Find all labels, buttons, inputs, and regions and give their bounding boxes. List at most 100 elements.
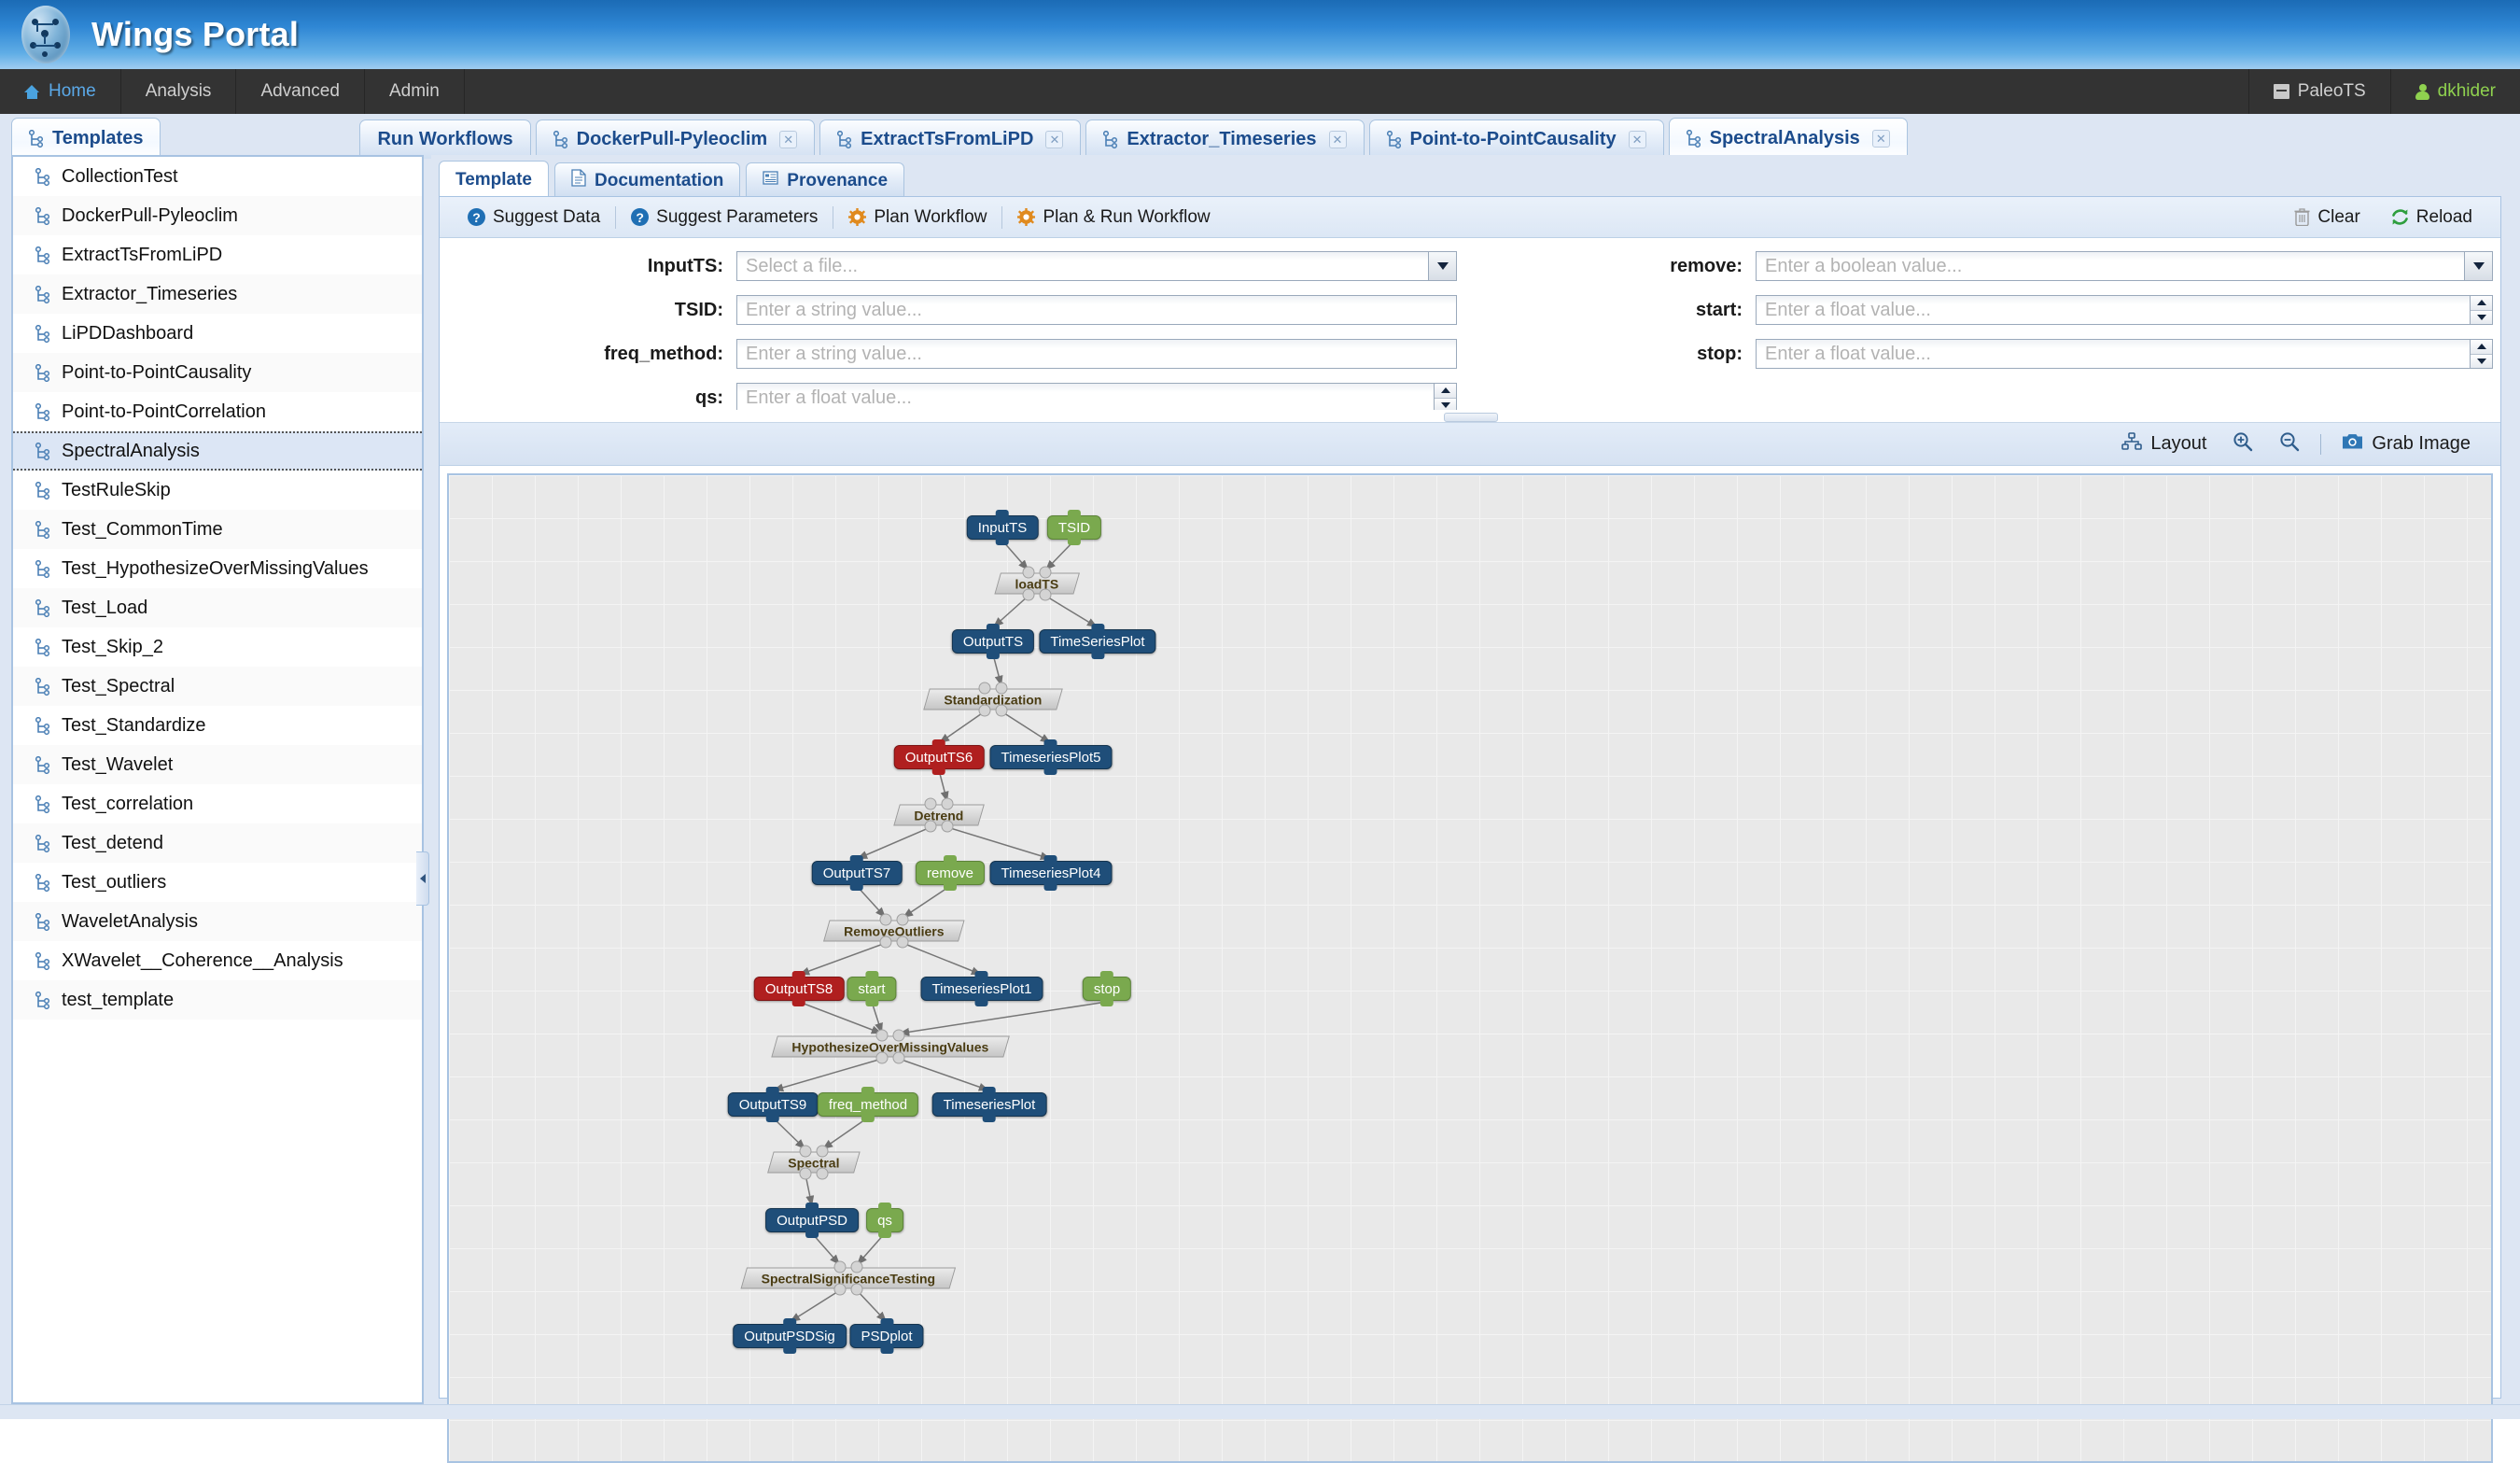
remove-input[interactable] <box>1757 252 2464 280</box>
workflow-node-timeseriesplot[interactable]: TimeSeriesPlot <box>1039 624 1156 659</box>
sidebar-collapse-handle[interactable] <box>416 851 429 906</box>
workflow-node-outputts[interactable]: OutputTS <box>951 624 1035 659</box>
sidebar-item-xwavelet__coherence__analysis[interactable]: XWavelet__Coherence__Analysis <box>13 941 422 980</box>
stepper-down-icon[interactable] <box>2471 354 2492 368</box>
workflow-node-qs[interactable]: qs <box>866 1203 903 1238</box>
plan-and-run-workflow-button[interactable]: Plan & Run Workflow <box>1002 204 1225 232</box>
workflow-node-outputts6[interactable]: OutputTS6 <box>893 739 985 775</box>
workflow-node-outputts7[interactable]: OutputTS7 <box>811 855 903 891</box>
sidebar-item-extracttsfromlipd[interactable]: ExtractTsFromLiPD <box>13 235 422 274</box>
sidebar-item-lipddashboard[interactable]: LiPDDashboard <box>13 314 422 353</box>
workflow-node-remove[interactable]: remove <box>915 855 986 891</box>
freq-method-field[interactable] <box>736 339 1457 369</box>
close-icon[interactable]: ✕ <box>1328 131 1347 148</box>
workflow-node-tsid[interactable]: TSID <box>1046 510 1102 545</box>
workflow-component-standardization[interactable]: Standardization <box>923 688 1063 710</box>
remove-combo[interactable] <box>1756 251 2493 281</box>
tsid-input[interactable] <box>737 296 1456 324</box>
sidebar-item-waveletanalysis[interactable]: WaveletAnalysis <box>13 902 422 941</box>
sidebar-item-test_detend[interactable]: Test_detend <box>13 823 422 863</box>
close-icon[interactable]: ✕ <box>1045 131 1064 148</box>
grab-image-button[interactable]: Grab Image <box>2329 432 2484 456</box>
workflow-node-start[interactable]: start <box>847 971 897 1006</box>
sidebar-item-test_load[interactable]: Test_Load <box>13 588 422 627</box>
workflow-node-timeseriesplot[interactable]: TimeseriesPlot <box>931 1087 1047 1122</box>
stop-stepper[interactable] <box>2470 340 2492 368</box>
close-icon[interactable]: ✕ <box>779 131 798 148</box>
workflow-node-outputpsdsig[interactable]: OutputPSDSig <box>733 1318 847 1354</box>
qs-spinner[interactable] <box>736 383 1457 413</box>
sidebar-item-point-to-pointcausality[interactable]: Point-to-PointCausality <box>13 353 422 392</box>
zoom-out-button[interactable] <box>2266 431 2313 457</box>
start-input[interactable] <box>1757 296 2470 324</box>
suggest-data-button[interactable]: ? Suggest Data <box>453 204 615 232</box>
sidebar-item-test_wavelet[interactable]: Test_Wavelet <box>13 745 422 784</box>
workflow-node-stop[interactable]: stop <box>1082 971 1132 1006</box>
reload-button[interactable]: Reload <box>2375 204 2487 232</box>
nav-item-analysis[interactable]: Analysis <box>121 69 237 114</box>
nav-item-user[interactable]: dkhider <box>2389 69 2520 114</box>
nav-item-home[interactable]: Home <box>0 69 121 114</box>
stop-spinner[interactable] <box>1756 339 2493 369</box>
inputts-combo[interactable] <box>736 251 1457 281</box>
nav-item-domain-paleots[interactable]: PaleoTS <box>2247 69 2390 114</box>
nav-item-admin[interactable]: Admin <box>365 69 465 114</box>
workflow-node-psdplot[interactable]: PSDplot <box>849 1318 924 1354</box>
sidebar-item-test_hypothesizeovermissingvalues[interactable]: Test_HypothesizeOverMissingValues <box>13 549 422 588</box>
tab-extracttsfromlipd[interactable]: ExtractTsFromLiPD ✕ <box>819 120 1082 159</box>
sidebar-item-point-to-pointcorrelation[interactable]: Point-to-PointCorrelation <box>13 392 422 431</box>
tab-templates[interactable]: Templates <box>11 118 161 159</box>
panel-splitter[interactable] <box>440 410 2500 423</box>
sidebar-item-dockerpull-pyleoclim[interactable]: DockerPull-Pyleoclim <box>13 196 422 235</box>
workflow-component-detend[interactable]: Detrend <box>893 804 985 826</box>
workflow-node-timeseriesplot1[interactable]: TimeseriesPlot1 <box>920 971 1043 1006</box>
workflow-component-loadts[interactable]: loadTS <box>994 572 1080 595</box>
sidebar-item-test_outliers[interactable]: Test_outliers <box>13 863 422 902</box>
sidebar-item-testruleskip[interactable]: TestRuleSkip <box>13 471 422 510</box>
sidebar-item-extractor_timeseries[interactable]: Extractor_Timeseries <box>13 274 422 314</box>
zoom-in-button[interactable] <box>2219 431 2266 457</box>
qs-input[interactable] <box>737 384 1434 412</box>
workflow-component-hypothesizeovermissingvalues[interactable]: HypothesizeOverMissingValues <box>771 1035 1010 1058</box>
clear-button[interactable]: Clear <box>2279 204 2374 232</box>
tab-spectralanalysis[interactable]: SpectralAnalysis ✕ <box>1668 118 1908 159</box>
tab-dockerpull-pyleoclim[interactable]: DockerPull-Pyleoclim ✕ <box>535 120 816 159</box>
start-spinner[interactable] <box>1756 295 2493 325</box>
stepper-up-icon[interactable] <box>2471 340 2492 355</box>
workflow-node-timeseriesplot4[interactable]: TimeseriesPlot4 <box>989 855 1113 891</box>
plan-workflow-button[interactable]: Plan Workflow <box>833 204 1001 232</box>
sidebar-item-test_commontime[interactable]: Test_CommonTime <box>13 510 422 549</box>
tab-run-workflows[interactable]: Run Workflows <box>359 120 531 159</box>
sidebar-item-test_template[interactable]: test_template <box>13 980 422 1020</box>
layout-button[interactable]: Layout <box>2108 432 2219 456</box>
tab-template[interactable]: Template <box>439 161 550 198</box>
workflow-node-timeseriesplot5[interactable]: TimeseriesPlot5 <box>989 739 1113 775</box>
chevron-down-icon[interactable] <box>1428 252 1456 280</box>
tab-provenance[interactable]: Provenance <box>746 162 905 198</box>
close-icon[interactable]: ✕ <box>1871 130 1890 148</box>
workflow-node-freq_method[interactable]: freq_method <box>817 1087 919 1122</box>
workflow-component-spectralsignificancetesting[interactable]: SpectralSignificanceTesting <box>740 1267 957 1289</box>
tab-documentation[interactable]: Documentation <box>554 162 741 198</box>
workflow-node-outputts8[interactable]: OutputTS8 <box>753 971 845 1006</box>
workflow-canvas[interactable]: InputTS TSID loadTS OutputTS TimeSeriesPlot S… <box>447 473 2493 1463</box>
suggest-parameters-button[interactable]: ? Suggest Parameters <box>616 204 833 232</box>
tab-point-to-pointcausality[interactable]: Point-to-PointCausality ✕ <box>1368 120 1664 159</box>
chevron-down-icon[interactable] <box>2464 252 2492 280</box>
workflow-component-spectral[interactable]: Spectral <box>767 1151 861 1174</box>
nav-item-advanced[interactable]: Advanced <box>236 69 365 114</box>
start-stepper[interactable] <box>2470 296 2492 324</box>
workflow-node-outputts9[interactable]: OutputTS9 <box>727 1087 819 1122</box>
stepper-down-icon[interactable] <box>2471 310 2492 324</box>
freq-method-input[interactable] <box>737 340 1456 368</box>
sidebar-item-test_correlation[interactable]: Test_correlation <box>13 784 422 823</box>
sidebar-item-spectralanalysis[interactable]: SpectralAnalysis <box>13 431 422 471</box>
inputts-input[interactable] <box>737 252 1428 280</box>
qs-stepper[interactable] <box>1434 384 1456 412</box>
sidebar-item-test_skip_2[interactable]: Test_Skip_2 <box>13 627 422 667</box>
stepper-up-icon[interactable] <box>1435 384 1456 399</box>
stepper-up-icon[interactable] <box>2471 296 2492 311</box>
sidebar-item-collectiontest[interactable]: CollectionTest <box>13 157 422 196</box>
stop-input[interactable] <box>1757 340 2470 368</box>
tab-extractor-timeseries[interactable]: Extractor_Timeseries ✕ <box>1085 120 1365 159</box>
